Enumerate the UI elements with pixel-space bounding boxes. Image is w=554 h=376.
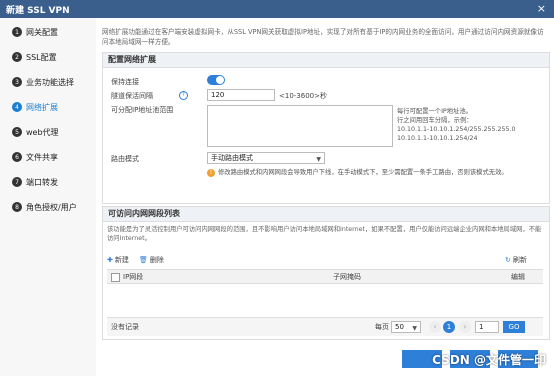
table-footer: 没有记录 每页 50 ▼ ‹ 1 › 1 GO (107, 317, 543, 336)
refresh-button[interactable]: ↻ 刷新 (505, 255, 527, 265)
add-icon: ✚ (107, 256, 113, 264)
wizard-sidebar: 1 网关配置 2 SSL配置 3 业务功能选择 4 网络扩展 5 web代理 6… (0, 18, 97, 376)
trash-icon: 🗑 (139, 256, 148, 264)
interval-unit: <10-3600>秒 (279, 92, 327, 100)
prev-page-icon[interactable]: ‹ (429, 321, 441, 333)
per-page-label: 每页 (375, 323, 389, 331)
route-label: 路由模式 (111, 155, 139, 163)
new-button-label: 新建 (114, 256, 129, 264)
help-icon[interactable]: ? (179, 91, 188, 100)
pool-hint: 每行可配置一个IP地址池。 行之间用回车分隔，示例： 10.10.1.1-10.… (397, 107, 547, 143)
empty-text: 没有记录 (111, 323, 139, 331)
column-header-mask: 子网掩码 (333, 273, 361, 281)
sidebar-item-network-extension[interactable]: 4 网络扩展 (12, 101, 58, 113)
config-panel-title: 配置网络扩展 (103, 53, 549, 68)
sidebar-item-label: 网关配置 (26, 27, 58, 37)
go-button[interactable]: GO (503, 321, 525, 333)
sidebar-item-file-share[interactable]: 6 文件共享 (12, 151, 58, 163)
pool-hint-line: 10.10.1.1-10.10.1.254/24 (397, 135, 478, 142)
pool-label: 可分配IP地址池范围 (111, 106, 174, 114)
window-title: 新建 SSL VPN (6, 6, 70, 16)
step-number-icon: 4 (12, 102, 22, 112)
step-number-icon: 3 (12, 77, 22, 87)
sidebar-item-port-forward[interactable]: 7 端口转发 (12, 176, 58, 188)
interval-input[interactable]: 120 (207, 89, 275, 101)
warning-icon: ! (207, 169, 215, 177)
column-header-edit: 编辑 (511, 273, 525, 281)
subnet-panel-title: 可访问内网网段列表 (103, 207, 549, 222)
sidebar-item-label: 业务功能选择 (26, 77, 74, 87)
window-titlebar: 新建 SSL VPN × (0, 0, 554, 18)
keepalive-toggle[interactable] (207, 75, 225, 85)
delete-button[interactable]: 🗑 删除 (139, 255, 164, 265)
keepalive-label: 保持连接 (111, 78, 139, 86)
sidebar-item-roles[interactable]: 8 角色授权/用户 (12, 201, 77, 213)
table-header: IP网段 子网掩码 编辑 (107, 269, 543, 284)
intro-text: 网络扩展功能通过在客户端安装虚拟网卡，从SSL VPN网关获取虚拟IP地址，实现… (102, 28, 544, 46)
step-number-icon: 5 (12, 127, 22, 137)
sidebar-item-label: 网络扩展 (26, 102, 58, 112)
pool-hint-line: 每行可配置一个IP地址池。 (397, 108, 472, 115)
sidebar-item-ssl[interactable]: 2 SSL配置 (12, 51, 57, 63)
step-number-icon: 6 (12, 152, 22, 162)
route-mode-value: 手动路由模式 (211, 154, 253, 162)
subnet-desc: 该功能是为了灵活控制用户可访问内网网段的范围，且不影响用户访问本地局域网和Int… (107, 226, 542, 242)
interval-label: 隧道保活间隔 (111, 92, 153, 100)
watermark: CSDN @文件管一印 (432, 353, 546, 367)
delete-button-label: 删除 (149, 256, 164, 264)
new-button[interactable]: ✚ 新建 (107, 255, 129, 265)
pool-hint-line: 行之间用回车分隔，示例： (397, 117, 473, 124)
current-page[interactable]: 1 (443, 321, 455, 333)
per-page-select[interactable]: 50 ▼ (391, 321, 421, 333)
main-content: 网络扩展功能通过在客户端安装虚拟网卡，从SSL VPN网关获取虚拟IP地址，实现… (96, 18, 554, 376)
column-header-ip: IP网段 (123, 273, 144, 281)
sidebar-item-label: SSL配置 (26, 52, 57, 62)
page-input[interactable]: 1 (475, 321, 499, 333)
sidebar-item-label: 文件共享 (26, 152, 58, 162)
close-icon[interactable]: × (537, 2, 546, 15)
step-number-icon: 1 (12, 27, 22, 37)
select-all-checkbox[interactable] (111, 273, 120, 282)
per-page-value: 50 (395, 323, 404, 331)
pool-hint-line: 10.10.1.1-10.10.1.254/255.255.255.0 (397, 126, 516, 133)
sidebar-item-features[interactable]: 3 业务功能选择 (12, 76, 74, 88)
step-number-icon: 7 (12, 177, 22, 187)
pool-textarea[interactable] (207, 105, 393, 147)
chevron-down-icon: ▼ (412, 325, 417, 332)
next-page-icon[interactable]: › (459, 321, 471, 333)
sidebar-item-label: web代理 (26, 127, 59, 137)
sidebar-item-label: 角色授权/用户 (26, 202, 77, 212)
sidebar-item-web-proxy[interactable]: 5 web代理 (12, 126, 59, 138)
subnet-panel: 可访问内网网段列表 该功能是为了灵活控制用户可访问内网网段的范围，且不影响用户访… (102, 206, 550, 340)
step-number-icon: 2 (12, 52, 22, 62)
sidebar-item-gateway[interactable]: 1 网关配置 (12, 26, 58, 38)
step-number-icon: 8 (12, 202, 22, 212)
route-note: 修改路由模式和内网网段会导致用户下线，在手动模式下，至少需配置一条手工路由，否则… (218, 169, 508, 176)
config-panel: 配置网络扩展 保持连接 隧道保活间隔 ? 120 <10-3600>秒 可分配I… (102, 52, 550, 204)
sidebar-item-label: 端口转发 (26, 177, 58, 187)
route-mode-select[interactable]: 手动路由模式 ▼ (207, 152, 325, 164)
chevron-down-icon: ▼ (316, 156, 321, 163)
refresh-icon: ↻ (505, 256, 511, 264)
refresh-button-label: 刷新 (512, 256, 527, 264)
